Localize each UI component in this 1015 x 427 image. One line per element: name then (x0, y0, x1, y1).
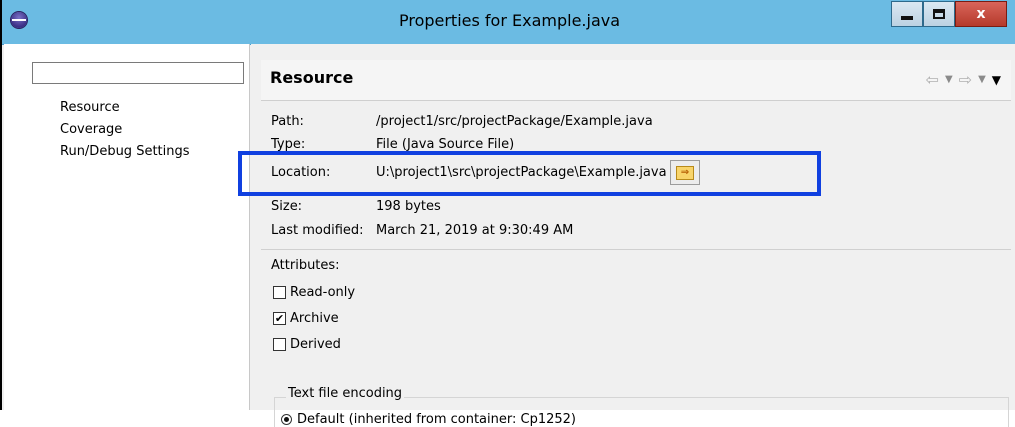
location-label: Location: (271, 165, 331, 180)
view-menu-icon[interactable]: ▼ (992, 73, 1001, 87)
divider (261, 249, 1011, 250)
close-icon: x (976, 6, 986, 22)
show-in-system-explorer-button[interactable]: ⇒ (670, 160, 700, 185)
filter-input[interactable] (32, 62, 244, 84)
title-bar[interactable]: Properties for Example.java x (2, 0, 1015, 45)
nav-item-coverage[interactable]: Coverage (60, 119, 190, 141)
window-title: Properties for Example.java (398, 11, 621, 30)
back-arrow-icon[interactable]: ⇦ (926, 70, 939, 89)
last-modified-label: Last modified: (271, 223, 364, 238)
maximize-icon (933, 9, 945, 19)
read-only-checkbox[interactable] (273, 285, 286, 299)
nav-item-run-debug-settings[interactable]: Run/Debug Settings (60, 141, 190, 163)
maximize-button[interactable] (923, 1, 955, 27)
open-folder-arrow-icon: ⇒ (676, 165, 694, 180)
default-encoding-label: Default (inherited from container: Cp125… (297, 412, 576, 427)
close-button[interactable]: x (955, 1, 1007, 27)
minimize-icon (901, 16, 913, 20)
property-pages-panel: Resource Coverage Run/Debug Settings (4, 44, 250, 410)
read-only-label: Read-only (290, 284, 356, 300)
derived-checkbox[interactable] (273, 337, 286, 351)
forward-arrow-icon[interactable]: ⇨ (959, 70, 972, 89)
property-pages-list: Resource Coverage Run/Debug Settings (60, 97, 190, 163)
read-only-checkbox-row[interactable]: Read-only (273, 279, 355, 305)
history-navigation: ⇦ ▼ ⇨ ▼ ▼ (926, 70, 1001, 89)
default-encoding-radio[interactable] (281, 414, 292, 425)
attributes-label: Attributes: (271, 258, 340, 273)
archive-checkbox[interactable]: ✔ (273, 311, 286, 325)
location-value: U:\project1\src\projectPackage\Example.j… (376, 165, 667, 180)
last-modified-value: March 21, 2019 at 9:30:49 AM (376, 223, 574, 238)
derived-label: Derived (290, 336, 341, 352)
resource-page: Resource ⇦ ▼ ⇨ ▼ ▼ Path: /project1/src/p… (238, 44, 1015, 427)
dropdown-icon[interactable]: ▼ (978, 74, 986, 85)
page-header: Resource ⇦ ▼ ⇨ ▼ ▼ (261, 60, 1011, 101)
path-value: /project1/src/projectPackage/Example.jav… (376, 114, 653, 129)
page-title: Resource (270, 68, 354, 87)
archive-checkbox-row[interactable]: ✔ Archive (273, 305, 339, 331)
nav-item-resource[interactable]: Resource (60, 97, 190, 119)
minimize-button[interactable] (891, 1, 923, 27)
dropdown-icon[interactable]: ▼ (945, 74, 953, 85)
path-label: Path: (271, 114, 304, 129)
derived-checkbox-row[interactable]: Derived (273, 331, 341, 357)
text-file-encoding-label: Text file encoding (286, 386, 405, 401)
archive-label: Archive (290, 310, 339, 326)
size-label: Size: (271, 199, 303, 214)
size-value: 198 bytes (376, 199, 441, 214)
properties-dialog: Properties for Example.java x Resource C… (0, 0, 1015, 427)
default-encoding-option[interactable]: Default (inherited from container: Cp125… (281, 412, 576, 427)
